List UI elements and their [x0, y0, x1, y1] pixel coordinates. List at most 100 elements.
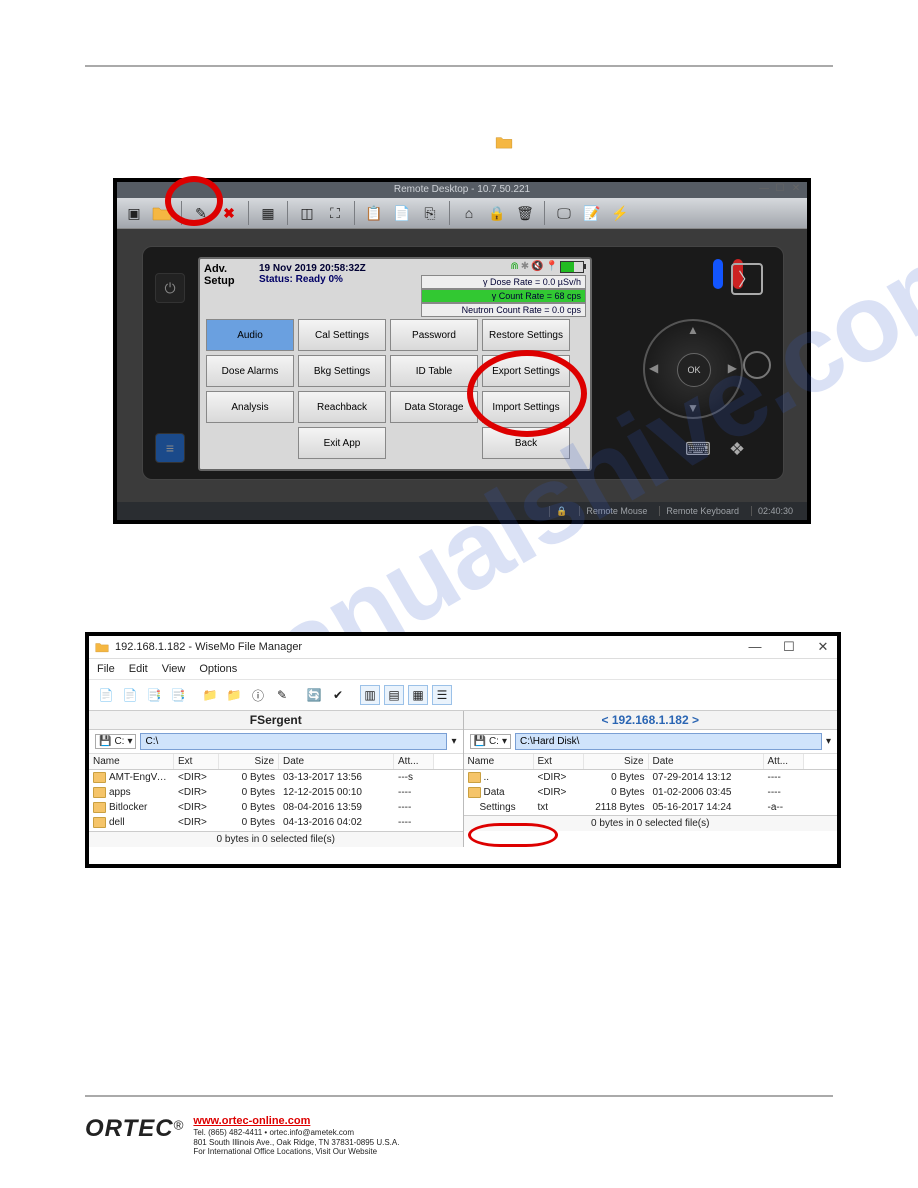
tb-select-icon[interactable]: ✔ [328, 685, 348, 705]
rd-max-button[interactable]: ☐ [775, 183, 785, 193]
fm-min-button[interactable]: — [747, 639, 763, 655]
toolbar-copy-icon[interactable]: ⎘ [419, 202, 441, 224]
menu-edit[interactable]: Edit [129, 663, 148, 675]
data-storage-button[interactable]: Data Storage [390, 391, 478, 423]
list-item[interactable]: dell<DIR>0 Bytes04-13-2016 04:02---- [89, 815, 463, 830]
tb-clone-icon[interactable]: 📑 [144, 685, 164, 705]
toolbar-screen-icon[interactable]: ▣ [123, 202, 145, 224]
col-size[interactable]: Size [584, 754, 649, 769]
col-att[interactable]: Att... [394, 754, 434, 769]
tb-props-icon[interactable]: ⓘ [248, 685, 268, 705]
fm-close-button[interactable]: ✕ [815, 639, 831, 655]
export-settings-button[interactable]: Export Settings [482, 355, 570, 387]
col-size[interactable]: Size [219, 754, 279, 769]
back-button[interactable]: Back [482, 427, 570, 459]
tb-copy-right-icon[interactable]: 📄 [120, 685, 140, 705]
cal-settings-button[interactable]: Cal Settings [298, 319, 386, 351]
left-path-dropdown[interactable]: ▾ [451, 736, 456, 747]
col-name[interactable]: Name [464, 754, 534, 769]
password-button[interactable]: Password [390, 319, 478, 351]
restore-settings-button[interactable]: Restore Settings [482, 319, 570, 351]
tb-delete-icon[interactable]: 📁 [224, 685, 244, 705]
col-date[interactable]: Date [649, 754, 764, 769]
right-path-dropdown[interactable]: ▾ [826, 736, 831, 747]
col-date[interactable]: Date [279, 754, 394, 769]
right-drive-select[interactable]: 💾 C: ▾ [470, 734, 511, 749]
toolbar-pencil-icon[interactable]: ✎ [190, 202, 212, 224]
toolbar-grid-icon[interactable]: ▦ [257, 202, 279, 224]
toolbar-separator [449, 201, 450, 225]
right-drive-row: 💾 C: ▾ C:\Hard Disk\ ▾ [464, 730, 838, 754]
toolbar-separator [287, 201, 288, 225]
toolbar-file-transfer-button[interactable] [151, 202, 173, 224]
tb-view1-icon[interactable]: ▥ [360, 685, 380, 705]
list-item[interactable]: Bitlocker<DIR>0 Bytes08-04-2016 13:59---… [89, 800, 463, 815]
bkg-settings-button[interactable]: Bkg Settings [298, 355, 386, 387]
col-ext[interactable]: Ext [534, 754, 584, 769]
list-item[interactable]: AMT-EngVa...<DIR>0 Bytes03-13-2017 13:56… [89, 770, 463, 785]
toolbar-monitor-icon[interactable]: 🖵 [553, 202, 575, 224]
right-path-input[interactable]: C:\Hard Disk\ [515, 733, 822, 750]
rd-min-button[interactable]: — [759, 183, 769, 193]
remote-keyboard-status[interactable]: Remote Keyboard [659, 506, 745, 516]
exit-app-button[interactable]: Exit App [298, 427, 386, 459]
list-item[interactable]: Settingstxt2118 Bytes05-16-2017 14:24-a-… [464, 800, 838, 815]
left-status: 0 bytes in 0 selected file(s) [89, 831, 463, 847]
tb-view3-icon[interactable]: ▦ [408, 685, 428, 705]
list-item[interactable]: apps<DIR>0 Bytes12-12-2015 00:10---- [89, 785, 463, 800]
col-ext[interactable]: Ext [174, 754, 219, 769]
tb-view2-icon[interactable]: ▤ [384, 685, 404, 705]
left-path-input[interactable]: C:\ [140, 733, 447, 750]
dpad[interactable]: OK ▲ ▼ ◀ ▶ [643, 319, 743, 419]
audio-button[interactable]: Audio [206, 319, 294, 351]
keyboard-icon[interactable]: ⌨ [685, 439, 711, 465]
id-table-button[interactable]: ID Table [390, 355, 478, 387]
rule-bottom [85, 1095, 833, 1097]
tb-refresh-icon[interactable]: 🔄 [304, 685, 324, 705]
toolbar-lock-icon[interactable]: 🔒 [486, 202, 508, 224]
reachback-button[interactable]: Reachback [298, 391, 386, 423]
tb-newfolder-icon[interactable]: 📁 [200, 685, 220, 705]
tb-rename-icon[interactable]: ✎ [272, 685, 292, 705]
toolbar-delete-icon[interactable]: ✖ [218, 202, 240, 224]
toolbar-clipboard-icon[interactable]: 📋 [363, 202, 385, 224]
power-icon[interactable]: ⏻ [155, 273, 185, 303]
dpad-left[interactable]: ◀ [649, 361, 658, 375]
list-item[interactable]: ..<DIR>0 Bytes07-29-2014 13:12---- [464, 770, 838, 785]
footer-url[interactable]: www.ortec-online.com [193, 1115, 399, 1128]
list-item[interactable]: Data<DIR>0 Bytes01-02-2006 03:45---- [464, 785, 838, 800]
dpad-right[interactable]: ▶ [728, 361, 737, 375]
toolbar-trash-icon[interactable]: 🗑 [514, 202, 536, 224]
windows-icon[interactable]: ❖ [729, 439, 755, 465]
tb-view4-icon[interactable]: ☰ [432, 685, 452, 705]
globe-icon[interactable] [743, 351, 771, 379]
toolbar-home-icon[interactable]: ⌂ [458, 202, 480, 224]
fm-max-button[interactable]: ☐ [781, 639, 797, 655]
page-footer: ORTEC® www.ortec-online.com Tel. (865) 4… [85, 1115, 399, 1157]
dpad-down[interactable]: ▼ [687, 401, 699, 415]
ok-button[interactable]: OK [677, 353, 711, 387]
toolbar-note-icon[interactable]: 📝 [581, 202, 603, 224]
toolbar-fullscreen-icon[interactable]: ⛶ [324, 202, 346, 224]
toolbar-fit-icon[interactable]: ◫ [296, 202, 318, 224]
toolbar-action-icon[interactable]: ⚡ [609, 202, 631, 224]
menu-view[interactable]: View [162, 663, 186, 675]
remote-mouse-status[interactable]: Remote Mouse [579, 506, 653, 516]
rd-close-button[interactable]: ✕ [791, 183, 801, 193]
col-name[interactable]: Name [89, 754, 174, 769]
toolbar-paste-icon[interactable]: 📄 [391, 202, 413, 224]
forward-button[interactable]: 〉 [731, 263, 763, 295]
dpad-up[interactable]: ▲ [687, 323, 699, 337]
import-settings-button[interactable]: Import Settings [482, 391, 570, 423]
col-att[interactable]: Att... [764, 754, 804, 769]
menu-file[interactable]: File [97, 663, 115, 675]
menu-options[interactable]: Options [199, 663, 237, 675]
session-time: 02:40:30 [751, 506, 799, 516]
left-drive-select[interactable]: 💾 C: ▾ [95, 734, 136, 749]
neutron-rate: Neutron Count Rate = 0.0 cps [421, 303, 586, 317]
pane-right: < 192.168.1.182 > 💾 C: ▾ C:\Hard Disk\ ▾… [464, 711, 838, 847]
tb-sync-icon[interactable]: 📑 [168, 685, 188, 705]
dose-alarms-button[interactable]: Dose Alarms [206, 355, 294, 387]
analysis-button[interactable]: Analysis [206, 391, 294, 423]
tb-copy-left-icon[interactable]: 📄 [96, 685, 116, 705]
